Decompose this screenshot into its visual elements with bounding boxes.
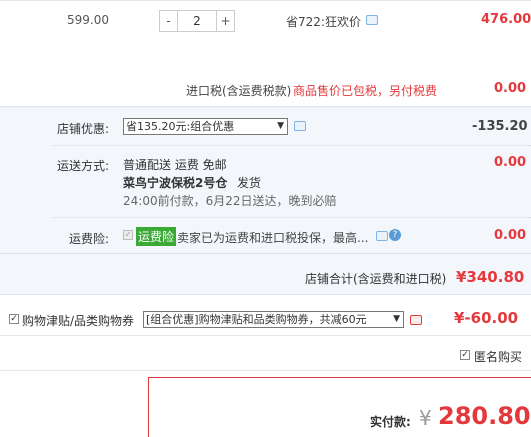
comment-icon[interactable]	[410, 315, 422, 325]
freight-insurance-checkbox[interactable]: ✓	[123, 230, 133, 240]
dropdown-arrow-icon: ▼	[393, 312, 400, 327]
divider	[0, 253, 531, 254]
divider	[0, 370, 531, 371]
store-discount-value: -135.20	[472, 119, 528, 134]
divider	[52, 145, 531, 146]
help-icon[interactable]: ?	[389, 229, 401, 241]
qty-input[interactable]: 2	[178, 11, 216, 31]
divider	[0, 335, 531, 336]
qty-minus-button[interactable]: -	[160, 11, 178, 31]
shipping-eta: 24:00前付款，6月22日送达，晚到必赔	[123, 194, 337, 208]
store-total-label: 店铺合计(含运费和进口税)	[305, 272, 447, 286]
freight-insurance-badge: 运费险	[136, 227, 177, 246]
store-discount-select-value: 省135.20元:组合优惠	[126, 120, 235, 133]
payment-label: 实付款:	[370, 415, 411, 429]
quantity-stepper[interactable]: - 2 +	[159, 10, 235, 32]
shipping-value: 0.00	[494, 155, 527, 170]
store-total-value: ¥340.80	[456, 268, 525, 286]
coupon-checkbox[interactable]: ✓	[9, 314, 19, 324]
store-discount-select[interactable]: 省135.20元:组合优惠 ▼	[123, 118, 288, 135]
coupon-label: 购物津贴/品类购物券	[22, 314, 135, 328]
tax-value: 0.00	[494, 81, 527, 96]
tax-note: 商品售价已包税，另付税费	[293, 84, 438, 98]
top-border	[0, 0, 531, 1]
freight-insurance-value: 0.00	[494, 228, 527, 243]
freight-insurance-text: 卖家已为运费和进口税投保，最高...	[177, 231, 369, 245]
store-discount-label: 店铺优惠:	[57, 122, 110, 136]
payment-currency: ¥	[419, 406, 432, 430]
anonymous-label: 匿名购买	[474, 350, 523, 364]
comment-icon[interactable]	[366, 15, 378, 25]
shipping-warehouse: 菜鸟宁波保税2号仓	[123, 176, 228, 190]
tax-label: 进口税(含运费税款)	[186, 84, 292, 98]
unit-price: 599.00	[67, 13, 109, 27]
dropdown-arrow-icon: ▼	[277, 121, 284, 131]
promo-label: 省722:狂欢价	[286, 15, 361, 29]
payment-value: 280.80	[438, 402, 531, 430]
shipping-label: 运送方式:	[57, 159, 110, 173]
item-subtotal: 476.00	[481, 12, 531, 27]
divider	[52, 217, 531, 218]
shipping-method: 普通配送 运费 免邮	[123, 158, 227, 172]
shipping-dispatch: 发货	[237, 176, 262, 190]
coupon-select-value: [组合优惠]购物津贴和品类购物券，共减60元	[146, 313, 367, 326]
coupon-select[interactable]: [组合优惠]购物津贴和品类购物券，共减60元 ▼	[143, 311, 404, 328]
comment-icon[interactable]	[376, 231, 388, 241]
freight-insurance-label: 运费险:	[69, 232, 110, 246]
coupon-value: ¥-60.00	[454, 309, 519, 327]
qty-plus-button[interactable]: +	[216, 11, 234, 31]
comment-icon[interactable]	[294, 121, 306, 131]
anonymous-checkbox[interactable]: ✓	[460, 350, 470, 360]
